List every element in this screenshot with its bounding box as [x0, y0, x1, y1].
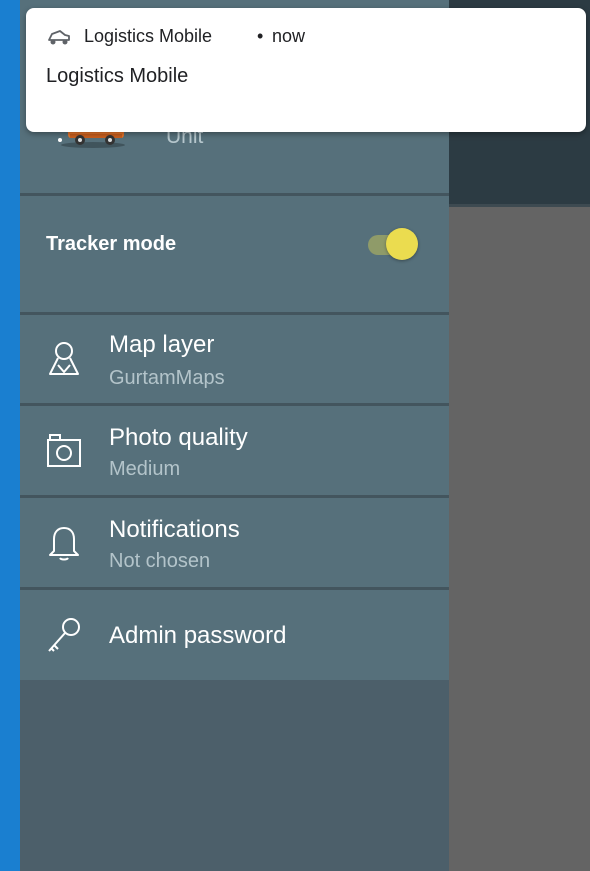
photo-icon	[47, 434, 81, 467]
notification-time: now	[272, 26, 306, 46]
menu-item-subtitle: Medium	[109, 458, 181, 480]
notification-card[interactable]: Logistics Mobile • now Logistics Mobile	[26, 8, 586, 132]
toggle-thumb	[386, 228, 418, 260]
tracker-mode-row[interactable]: Tracker mode	[20, 196, 449, 312]
menu-item-photo-quality[interactable]: Photo quality Medium	[20, 406, 449, 495]
menu-item-admin-password[interactable]: Admin password	[20, 590, 449, 680]
menu-item-title: Admin password	[109, 622, 287, 649]
notification-separator: •	[257, 26, 264, 46]
menu-item-subtitle: GurtamMaps	[109, 367, 225, 389]
car-icon	[48, 30, 70, 45]
menu-item-notifications[interactable]: Notifications Not chosen	[20, 498, 449, 587]
notification-app-name: Logistics Mobile	[84, 26, 213, 46]
toolbar-divider	[449, 204, 590, 207]
key-icon	[48, 618, 80, 652]
map-pin-icon	[49, 342, 79, 375]
menu-item-title: Photo quality	[109, 424, 248, 451]
bell-icon	[49, 527, 79, 561]
menu-item-title: Map layer	[109, 331, 215, 358]
tracker-mode-label: Tracker mode	[46, 233, 177, 255]
menu-item-title: Notifications	[109, 516, 240, 543]
menu-item-subtitle: Not chosen	[109, 550, 211, 572]
menu-item-map-layer[interactable]: Map layer GurtamMaps	[20, 315, 449, 403]
notification-title: Logistics Mobile	[46, 65, 189, 87]
tracker-mode-toggle[interactable]	[366, 228, 418, 260]
